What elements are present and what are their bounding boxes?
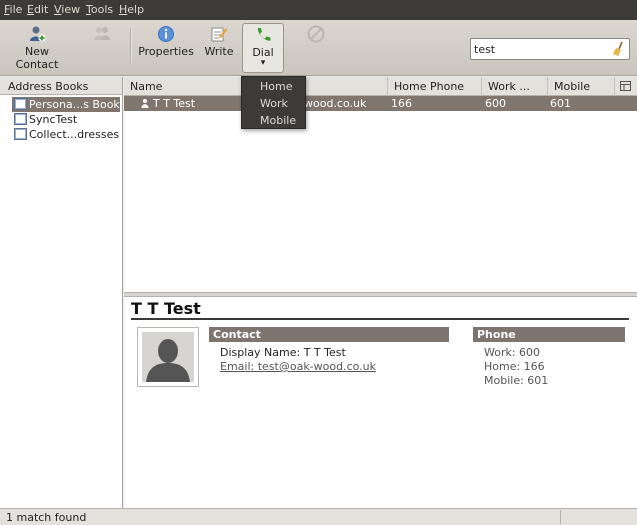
person-silhouette-icon (142, 332, 194, 382)
toolbar-separator (130, 28, 131, 64)
phone-work: Work: 600 (484, 346, 541, 359)
stop-button[interactable] (300, 23, 332, 73)
table-row[interactable]: T T Test wood.co.uk 166 600 601 (124, 96, 637, 111)
column-work-phone[interactable]: Work ... (482, 77, 548, 96)
new-list-icon (94, 27, 110, 40)
phone-icon (257, 28, 271, 41)
cell-email: wood.co.uk (304, 97, 367, 110)
dial-menu-work[interactable]: Work (242, 95, 305, 112)
menu-file[interactable]: File (4, 3, 22, 16)
search-box (470, 38, 630, 60)
phone-mobile: Mobile: 601 (484, 374, 549, 387)
address-book-synctest[interactable]: SyncTest (12, 112, 120, 127)
phone-section-header: Phone (473, 327, 625, 342)
phone-home: Home: 166 (484, 360, 545, 373)
search-input[interactable] (474, 41, 604, 57)
cell-mobile: 601 (550, 97, 571, 110)
stop-icon (307, 25, 325, 43)
divider (131, 318, 629, 320)
column-picker-icon[interactable] (620, 81, 631, 91)
address-book-label: Persona...s Book (29, 98, 120, 111)
cell-work-phone: 600 (485, 97, 506, 110)
cell-home-phone: 166 (391, 97, 412, 110)
dial-menu: Home Work Mobile (241, 76, 306, 129)
address-book-icon (14, 113, 27, 125)
address-books-title: Address Books (8, 80, 89, 93)
card-view: T T Test Contact Display Name: T T Test … (124, 297, 637, 508)
menu-view[interactable]: View (54, 3, 80, 16)
write-button[interactable]: Write (202, 23, 236, 73)
status-text: 1 match found (6, 511, 87, 524)
results-tree: Name Home Phone Work ... Mobile T T Test… (124, 77, 637, 292)
dial-arrow: ▾ (260, 58, 266, 68)
address-book-icon (14, 128, 27, 140)
clear-search-icon[interactable] (610, 41, 626, 57)
address-book-label: SyncTest (29, 113, 78, 126)
new-contact-icon (30, 26, 46, 42)
address-book-personal[interactable]: Persona...s Book (12, 97, 120, 112)
new-contact-button[interactable]: New Contact (2, 23, 72, 73)
dial-button[interactable]: Dial ▾ (242, 23, 284, 73)
write-label: Write (204, 45, 234, 58)
address-book-collected[interactable]: Collect...dresses (12, 127, 120, 142)
address-books-panel: Address Books Persona...s Book SyncTest … (0, 77, 123, 508)
contact-photo (137, 327, 199, 387)
status-bar: 1 match found (0, 508, 637, 525)
address-books-header: Address Books (0, 77, 122, 95)
properties-button[interactable]: Properties (137, 23, 195, 73)
dial-menu-home[interactable]: Home (242, 78, 305, 95)
cell-name: T T Test (153, 97, 196, 110)
properties-label: Properties (138, 45, 194, 58)
write-icon (211, 27, 228, 42)
column-headers: Name Home Phone Work ... Mobile (124, 77, 637, 96)
contact-icon (141, 99, 149, 108)
dial-menu-mobile[interactable]: Mobile (242, 112, 305, 129)
email-link[interactable]: Email: test@oak-wood.co.uk (220, 360, 376, 373)
column-home-phone[interactable]: Home Phone (388, 77, 482, 96)
display-name: Display Name: T T Test (220, 346, 346, 359)
status-divider (560, 510, 561, 524)
new-list-button[interactable] (82, 23, 122, 73)
address-book-label: Collect...dresses (29, 128, 120, 141)
card-name: T T Test (131, 299, 201, 318)
menubar: File Edit View Tools Help (0, 0, 637, 20)
column-mobile[interactable]: Mobile (548, 77, 615, 96)
address-book-icon (14, 98, 27, 110)
new-contact-label: New Contact (15, 45, 59, 71)
menu-edit[interactable]: Edit (27, 3, 48, 16)
menu-help[interactable]: Help (119, 3, 144, 16)
contact-section-header: Contact (209, 327, 449, 342)
menu-tools[interactable]: Tools (86, 3, 113, 16)
info-icon (158, 26, 174, 42)
